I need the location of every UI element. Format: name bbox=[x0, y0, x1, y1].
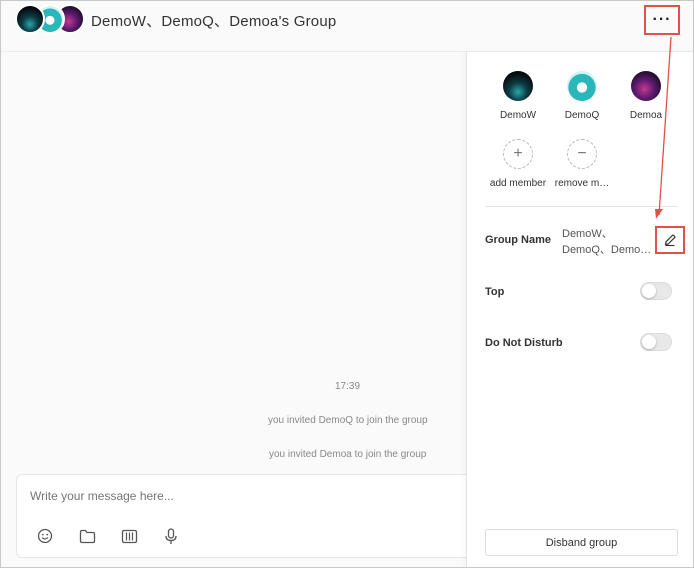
add-member-label: add member bbox=[489, 178, 547, 189]
plus-icon: + bbox=[503, 139, 533, 169]
member-name: Demoa bbox=[629, 110, 663, 121]
member-name: DemoW bbox=[499, 110, 537, 121]
member-item[interactable]: Demoa bbox=[614, 71, 678, 121]
message-input[interactable] bbox=[30, 489, 460, 503]
group-name-label: Group Name bbox=[485, 234, 552, 246]
member-name: DemoQ bbox=[564, 110, 600, 121]
top-toggle[interactable] bbox=[640, 282, 672, 300]
system-message: you invited DemoQ to join the group bbox=[268, 415, 428, 426]
group-settings-panel: DemoW DemoQ Demoa + add member − remove … bbox=[466, 52, 693, 567]
chat-window: DemoW、DemoQ、Demoa's Group ··· 17:39 you … bbox=[0, 0, 694, 568]
group-avatar[interactable] bbox=[15, 4, 85, 34]
more-options-button[interactable]: ··· bbox=[644, 5, 680, 35]
folder-icon[interactable] bbox=[78, 527, 96, 545]
message-timestamp: 17:39 bbox=[335, 381, 361, 392]
divider bbox=[485, 206, 677, 207]
message-composer bbox=[16, 474, 486, 558]
do-not-disturb-toggle[interactable] bbox=[640, 333, 672, 351]
member-item[interactable]: DemoQ bbox=[550, 71, 614, 121]
system-message: you invited Demoa to join the group bbox=[269, 449, 427, 460]
top-label: Top bbox=[485, 286, 505, 298]
emoji-icon[interactable] bbox=[36, 527, 54, 545]
add-member-button[interactable]: + add member bbox=[486, 139, 550, 189]
chat-header: DemoW、DemoQ、Demoa's Group ··· bbox=[1, 1, 693, 52]
disband-group-button[interactable]: Disband group bbox=[485, 529, 678, 556]
avatar bbox=[503, 71, 533, 101]
image-icon[interactable] bbox=[120, 527, 138, 545]
do-not-disturb-label: Do Not Disturb bbox=[485, 337, 563, 349]
pencil-icon bbox=[664, 234, 676, 247]
remove-member-button[interactable]: − remove m… bbox=[550, 139, 614, 189]
edit-group-name-button[interactable] bbox=[655, 226, 685, 254]
remove-member-label: remove m… bbox=[554, 178, 610, 189]
avatar bbox=[631, 71, 661, 101]
avatar bbox=[567, 71, 597, 101]
minus-icon: − bbox=[567, 139, 597, 169]
avatar bbox=[15, 4, 45, 34]
member-item[interactable]: DemoW bbox=[486, 71, 550, 121]
page-title: DemoW、DemoQ、Demoa's Group bbox=[91, 13, 337, 30]
group-name-value: DemoW、 DemoQ、Demo… bbox=[562, 228, 652, 256]
microphone-icon[interactable] bbox=[162, 527, 180, 545]
